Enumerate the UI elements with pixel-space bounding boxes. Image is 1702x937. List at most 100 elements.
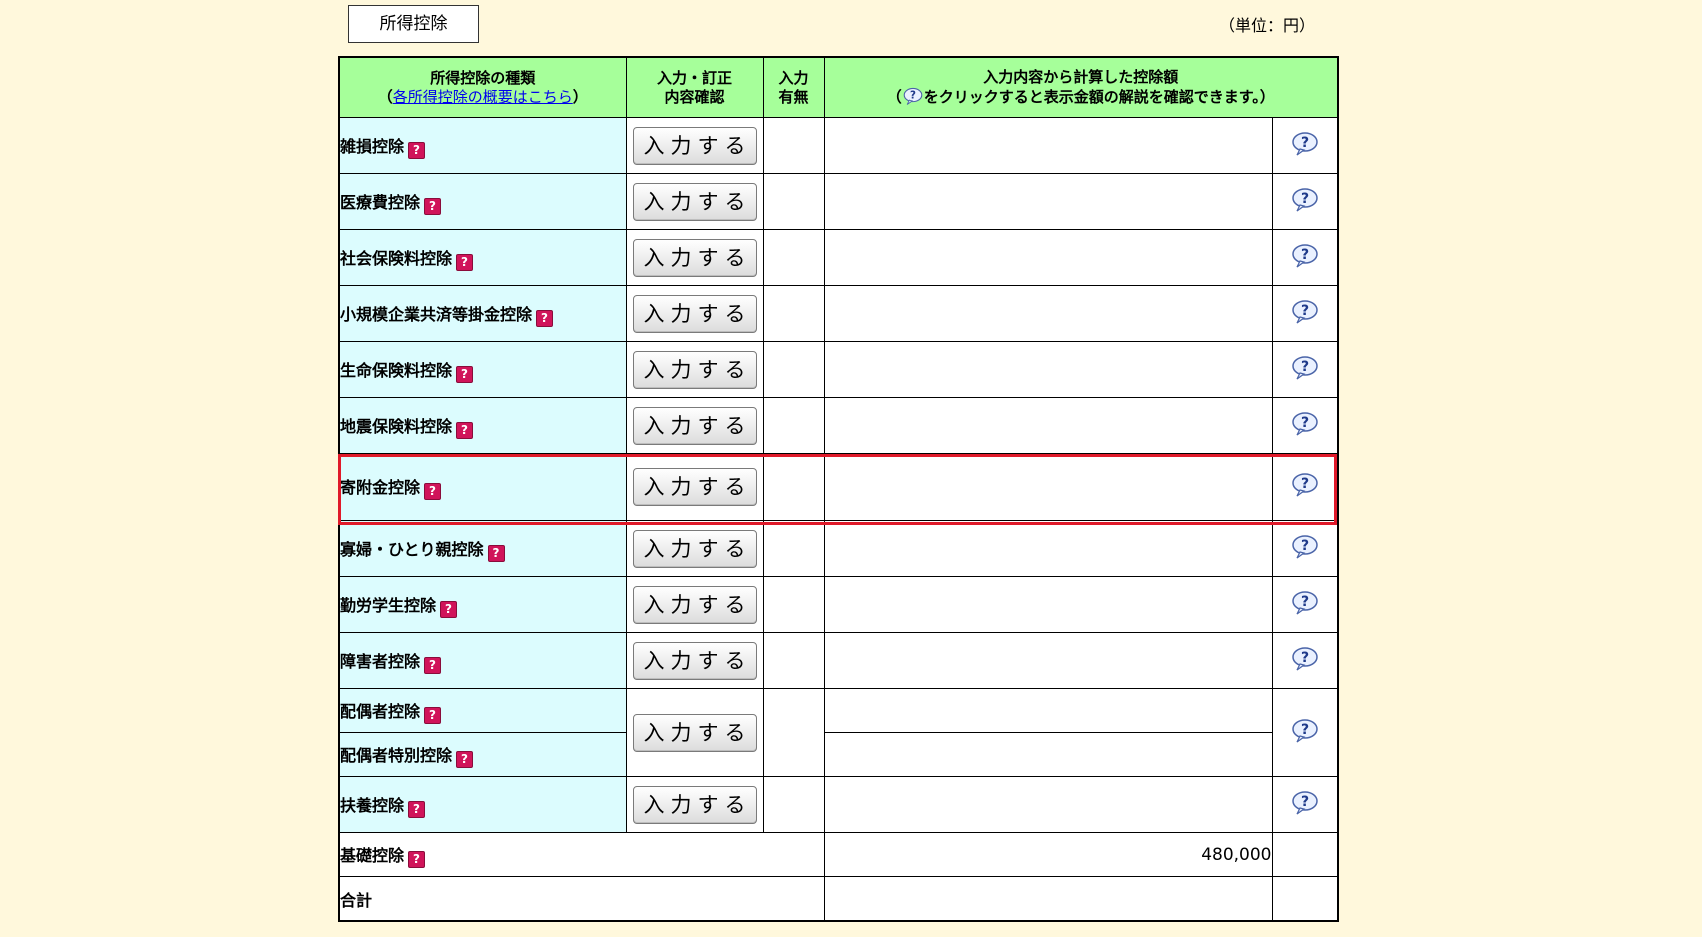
table-row: 扶養控除? 入力する ? (338, 776, 1339, 833)
deduction-name: 生命保険料控除 (340, 360, 453, 380)
deduction-name: 地震保険料控除 (340, 416, 453, 436)
svg-text:?: ? (1301, 594, 1309, 610)
basic-deduction-amount: 480,000 (823, 832, 1273, 877)
header-deduction-type: 所得控除の種類 （各所得控除の概要はこちら） (338, 56, 627, 118)
help-square-icon[interactable]: ? (456, 253, 474, 271)
amount-help-cell: ? (1271, 520, 1339, 577)
help-square-icon[interactable]: ? (424, 656, 442, 674)
help-bubble-icon[interactable]: ? (1291, 411, 1319, 437)
help-square-icon[interactable]: ? (424, 483, 442, 500)
help-square-icon[interactable]: ? (456, 750, 474, 768)
header-input-confirm: 入力・訂正 内容確認 (625, 56, 764, 118)
svg-text:?: ? (1301, 476, 1309, 492)
deduction-name-cell: 雑損控除? (338, 117, 627, 174)
input-button[interactable]: 入力する (632, 641, 757, 680)
input-button-cell: 入力する (625, 520, 764, 577)
svg-text:?: ? (1301, 359, 1309, 375)
help-bubble-icon[interactable]: ? (1291, 790, 1319, 816)
amount-help-cell: ? (1271, 117, 1339, 174)
input-button[interactable]: 入力する (632, 529, 757, 568)
input-button[interactable]: 入力する (632, 126, 757, 165)
basic-deduction-name: 基礎控除 (340, 845, 405, 865)
amount-help-cell: ? (1271, 341, 1339, 398)
input-button-cell: 入力する (625, 576, 764, 633)
input-button[interactable]: 入力する (632, 182, 757, 221)
svg-text:?: ? (1301, 247, 1309, 263)
deduction-name-cell: 扶養控除? (338, 776, 627, 833)
svg-text:?: ? (1301, 191, 1309, 207)
help-square-icon[interactable]: ? (408, 141, 426, 159)
help-bubble-icon[interactable]: ? (1291, 299, 1319, 325)
input-status-cell (762, 285, 825, 342)
input-button-cell: 入力する (625, 173, 764, 230)
deduction-name: 扶養控除 (340, 795, 405, 815)
svg-text:?: ? (910, 91, 916, 102)
deduction-name: 寄附金控除 (340, 478, 421, 497)
input-button[interactable]: 入力する (632, 713, 757, 752)
amount-cell (823, 576, 1273, 633)
table-row: 障害者控除? 入力する ? (338, 632, 1339, 689)
total-amount-cell (823, 876, 1273, 922)
help-square-icon[interactable]: ? (408, 800, 426, 818)
help-bubble-icon: ? (902, 87, 924, 106)
table-row: 配偶者特別控除? (338, 732, 1338, 777)
help-bubble-icon[interactable]: ? (1291, 646, 1319, 672)
input-button-cell: 入力する (625, 453, 764, 521)
help-bubble-icon[interactable]: ? (1291, 187, 1319, 213)
help-bubble-icon[interactable]: ? (1291, 472, 1319, 498)
table-row: 生命保険料控除? 入力する ? (338, 341, 1339, 398)
amount-cell (823, 688, 1273, 733)
input-status-cell (762, 229, 825, 286)
input-button[interactable]: 入力する (632, 406, 757, 445)
table-row: 雑損控除? 入力する ? (338, 117, 1339, 174)
help-square-icon[interactable]: ? (440, 600, 458, 618)
help-square-icon[interactable]: ? (424, 197, 442, 215)
input-button-cell: 入力する (625, 285, 764, 342)
help-bubble-icon[interactable]: ? (1291, 718, 1319, 744)
total-name-cell: 合計 (338, 876, 825, 922)
input-button[interactable]: 入力する (632, 350, 757, 389)
help-square-icon[interactable]: ? (456, 365, 474, 383)
input-button[interactable]: 入力する (632, 785, 757, 824)
svg-text:?: ? (1301, 538, 1309, 554)
section-tab-income-deduction[interactable]: 所得控除 (348, 5, 479, 43)
deduction-name: 配偶者特別控除 (340, 745, 453, 765)
table-row: 地震保険料控除? 入力する ? (338, 397, 1339, 454)
amount-cell (823, 173, 1273, 230)
help-bubble-icon[interactable]: ? (1291, 355, 1319, 381)
input-button[interactable]: 入力する (632, 468, 757, 506)
input-button-cell: 入力する (625, 341, 764, 398)
amount-cell (823, 117, 1273, 174)
amount-help-cell: ? (1271, 285, 1339, 342)
deduction-overview-link[interactable]: 各所得控除の概要はこちら (393, 88, 573, 106)
deduction-name-cell: 寡婦・ひとり親控除? (338, 520, 627, 577)
help-bubble-icon[interactable]: ? (1291, 243, 1319, 269)
header-calculated-amount: 入力内容から計算した控除額 （? をクリックすると表示金額の解説を確認できます。） (823, 56, 1339, 118)
help-square-icon[interactable]: ? (536, 309, 554, 327)
deduction-name-cell: 社会保険料控除? (338, 229, 627, 286)
deduction-name-cell: 配偶者控除? (338, 688, 627, 733)
input-button[interactable]: 入力する (632, 238, 757, 277)
svg-text:?: ? (1301, 650, 1309, 666)
help-square-icon[interactable]: ? (424, 706, 442, 724)
input-button-cell: 入力する (625, 776, 764, 833)
help-square-icon[interactable]: ? (408, 850, 426, 868)
help-bubble-icon[interactable]: ? (1291, 131, 1319, 157)
deduction-name-cell: 医療費控除? (338, 173, 627, 230)
help-square-icon[interactable]: ? (456, 421, 474, 439)
svg-text:?: ? (1301, 722, 1309, 738)
deduction-name: 勤労学生控除 (340, 595, 437, 615)
help-square-icon[interactable]: ? (487, 544, 505, 562)
deduction-name: 小規模企業共済等掛金控除 (340, 304, 533, 324)
help-bubble-icon[interactable]: ? (1291, 534, 1319, 560)
svg-text:?: ? (1301, 135, 1309, 151)
input-button[interactable]: 入力する (632, 585, 757, 624)
svg-text:?: ? (1301, 794, 1309, 810)
input-button-cell: 入力する (625, 688, 764, 777)
input-button[interactable]: 入力する (632, 294, 757, 333)
amount-help-cell: ? (1271, 632, 1339, 689)
table-row: 寡婦・ひとり親控除? 入力する ? (338, 520, 1339, 577)
deduction-name: 医療費控除 (340, 192, 421, 212)
help-bubble-icon[interactable]: ? (1291, 590, 1319, 616)
amount-cell (823, 453, 1273, 521)
